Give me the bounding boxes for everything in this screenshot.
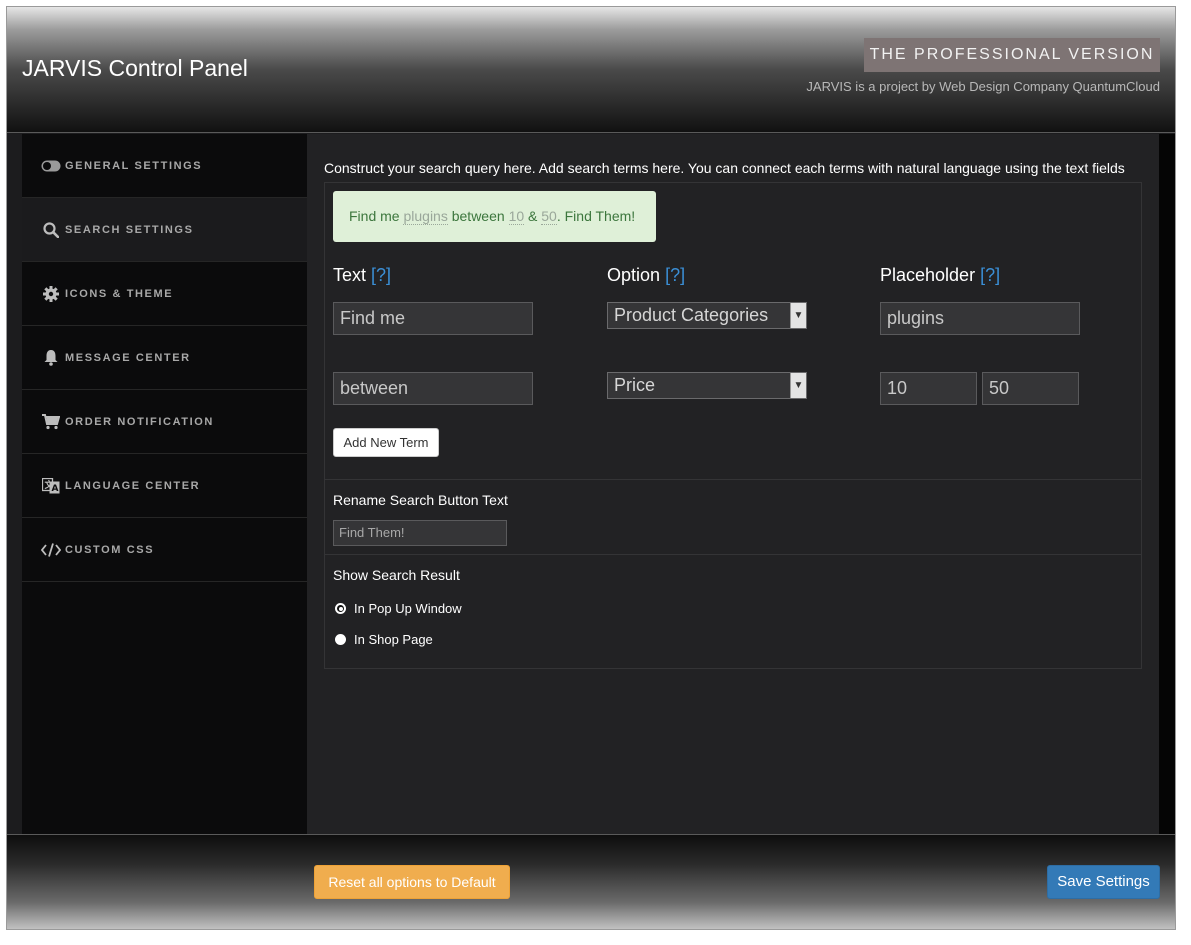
preview-text: between [447,208,509,224]
preview-placeholder: 10 [508,208,525,225]
reset-defaults-button[interactable]: Reset all options to Default [314,865,510,899]
search-settings-content: Construct your search query here. Add se… [307,134,1159,834]
help-link[interactable]: [?] [665,265,685,285]
sidebar-item-message-center[interactable]: MESSAGE CENTER [22,326,307,390]
rename-button-label: Rename Search Button Text [333,492,508,508]
sidebar-item-language-center[interactable]: 文A LANGUAGE CENTER [22,454,307,518]
control-panel-window: JARVIS Control Panel THE PROFESSIONAL VE… [6,6,1176,930]
gear-icon [40,285,62,302]
term-text-input[interactable]: Find me [333,302,533,335]
save-settings-button[interactable]: Save Settings [1047,865,1160,899]
preview-placeholder: plugins [403,208,448,225]
svg-text:A: A [52,484,61,494]
term-text-input[interactable]: between [333,372,533,405]
term-option-select[interactable]: Price ▼ [607,372,807,399]
sidebar-item-label: ORDER NOTIFICATION [65,415,214,428]
selected-option: Product Categories [614,305,769,325]
header: JARVIS Control Panel THE PROFESSIONAL VE… [7,7,1175,133]
sidebar-item-label: SEARCH SETTINGS [65,223,194,236]
search-icon [40,221,62,238]
radio-label: In Pop Up Window [354,601,462,616]
preview-text: & [524,208,542,224]
sidebar-item-general-settings[interactable]: GENERAL SETTINGS [22,134,307,198]
preview-text: Find me [349,208,404,224]
sidebar-item-order-notification[interactable]: ORDER NOTIFICATION [22,390,307,454]
preview-text: . Find Them! [556,208,636,224]
search-button-text-input[interactable]: Find Them! [333,520,507,546]
divider [325,554,1141,555]
preview-placeholder: 50 [541,208,557,225]
column-title: Option [607,265,661,285]
cart-icon [40,413,62,430]
byline: JARVIS is a project by Web Design Compan… [806,79,1160,94]
divider [325,479,1141,480]
sidebar-item-label: CUSTOM CSS [65,543,155,556]
right-edge-strip [1159,134,1175,834]
sidebar-item-custom-css[interactable]: CUSTOM CSS [22,518,307,582]
code-icon [40,542,62,557]
placeholder-column-header: Placeholder [?] [880,265,1000,286]
chevron-down-icon[interactable]: ▼ [790,373,806,398]
query-preview: Find me plugins between 10 & 50. Find Th… [333,191,656,242]
price-min-input[interactable]: 10 [880,372,977,405]
term-option-select[interactable]: Product Categories ▼ [607,302,807,329]
radio-popup-window[interactable]: In Pop Up Window [335,601,462,616]
sidebar-item-label: ICONS & THEME [65,287,174,300]
sidebar-item-label: GENERAL SETTINGS [65,159,203,172]
option-column-header: Option [?] [607,265,685,286]
help-link[interactable]: [?] [371,265,391,285]
bell-icon [40,349,62,366]
intro-text: Construct your search query here. Add se… [324,160,1125,176]
radio-label: In Shop Page [354,632,433,647]
toggle-icon [40,160,62,172]
add-new-term-button[interactable]: Add New Term [333,428,439,457]
sidebar-item-search-settings[interactable]: SEARCH SETTINGS [22,198,307,262]
app-title: JARVIS Control Panel [22,55,248,81]
price-max-input[interactable]: 50 [982,372,1079,405]
language-icon: 文A [40,477,62,494]
term-placeholder-input[interactable]: plugins [880,302,1080,335]
selected-option: Price [614,375,656,395]
footer: Reset all options to Default Save Settin… [7,834,1175,929]
radio-button[interactable] [335,634,346,645]
sidebar: GENERAL SETTINGS SEARCH SETTINGS ICONS &… [22,134,307,834]
sidebar-item-label: MESSAGE CENTER [65,351,191,364]
help-link[interactable]: [?] [980,265,1000,285]
sidebar-item-icons-theme[interactable]: ICONS & THEME [22,262,307,326]
radio-button[interactable] [335,603,346,614]
column-title: Text [333,265,367,285]
radio-shop-page[interactable]: In Shop Page [335,632,433,647]
sidebar-item-label: LANGUAGE CENTER [65,479,201,492]
column-title: Placeholder [880,265,976,285]
chevron-down-icon[interactable]: ▼ [790,303,806,328]
text-column-header: Text [?] [333,265,391,286]
show-result-label: Show Search Result [333,567,460,583]
pro-version-badge[interactable]: THE PROFESSIONAL VERSION [864,38,1160,72]
search-query-panel: Find me plugins between 10 & 50. Find Th… [324,182,1142,669]
